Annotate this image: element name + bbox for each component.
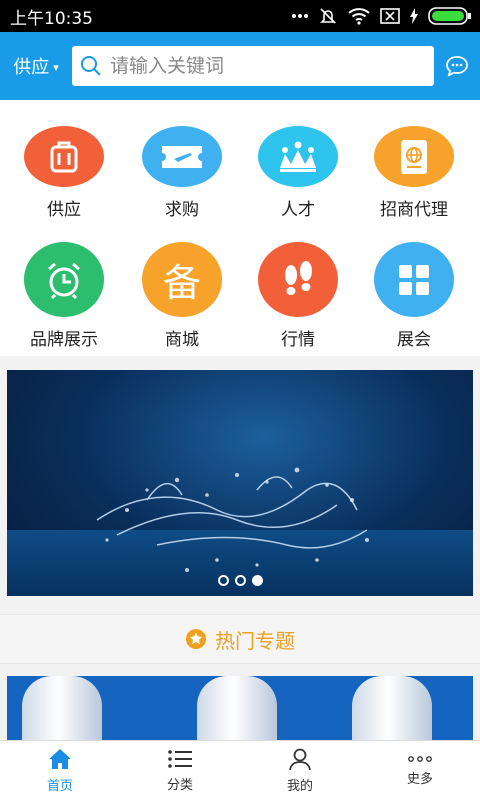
grid-label: 商城 [165,330,199,350]
carousel-dot-active[interactable] [251,575,263,586]
grid-circle [142,126,222,187]
search-input[interactable] [110,48,434,84]
category-grid: 供应 求购 人才 招商代理 品牌展示 备 商城 行情 展会 [0,100,480,356]
grid-item-mall[interactable]: 备 商城 [122,230,242,350]
more-dots-icon [408,756,432,762]
grid-circle [24,242,104,317]
passport-icon [401,139,427,174]
grid-item-brand[interactable]: 品牌展示 [4,230,124,350]
footprints-icon [285,260,312,295]
category-label: 供应 [13,57,50,78]
bei-character-icon: 备 [162,261,201,305]
grid-label: 行情 [281,330,315,350]
status-icons [292,6,472,26]
grid-circle [374,126,454,187]
grid-item-supply[interactable]: 供应 [4,100,124,220]
grid-circle [258,126,338,187]
mute-icon [320,8,336,24]
ticket-icon [162,145,202,168]
grid-item-purchase[interactable]: 求购 [122,100,242,220]
bottle-image [22,676,102,740]
grid-label: 品牌展示 [30,330,98,350]
grid-circle [258,242,338,317]
grid-item-exhibition[interactable]: 展会 [354,230,474,350]
grid-circle: 备 [142,242,222,317]
home-icon [49,749,71,769]
tab-mine[interactable]: 我的 [240,741,360,800]
charging-icon [410,8,418,24]
section-title: 热门专题 [215,628,295,653]
tab-label: 我的 [286,779,313,794]
grid-label: 人才 [281,200,315,220]
grid-item-agency[interactable]: 招商代理 [354,100,474,220]
status-bar: 上午10:35 [0,0,480,32]
alarm-clock-icon [48,262,80,299]
wifi-icon [348,8,370,25]
water-splash-image [96,467,369,572]
category-select[interactable]: 供应 ▾ [0,32,72,100]
banner-carousel[interactable] [7,370,473,596]
search-icon [81,56,101,76]
carousel-indicators [7,575,473,586]
tab-more[interactable]: 史多 [360,741,480,800]
suitcase-icon [50,141,78,172]
grid-label: 展会 [397,330,431,350]
header: 供应 ▾ [0,32,480,100]
message-button[interactable] [434,32,480,100]
grid-item-talent[interactable]: 人才 [238,100,358,220]
tab-label: 史多 [406,772,433,787]
grid-label: 求购 [165,200,199,220]
grid-circle [24,126,104,187]
bottom-tab-bar: 首页 分类 我的 史多 [0,740,480,800]
bottle-image [197,676,277,740]
user-icon [289,748,311,771]
star-icon [186,629,206,649]
crown-icon [280,141,316,172]
grid-item-market[interactable]: 行情 [238,230,358,350]
tab-category[interactable]: 分类 [120,741,240,800]
chat-bubble-icon [446,56,468,77]
more-notifications-icon [292,14,308,18]
carousel-dot[interactable] [217,575,229,586]
grid-icon [399,264,429,295]
tab-home[interactable]: 首页 [0,741,120,800]
hot-topic-image[interactable] [7,676,473,740]
tab-label: 分类 [166,778,193,793]
chevron-down-icon: ▾ [53,60,59,74]
carousel-dot[interactable] [234,575,246,586]
grid-circle [374,242,454,317]
grid-label: 招商代理 [380,200,448,220]
search-box[interactable] [72,46,434,86]
battery-icon [428,7,471,25]
bottle-image [352,676,432,740]
tab-label: 首页 [46,779,73,794]
status-time: 上午10:35 [10,8,93,29]
list-icon [168,750,192,768]
hot-topics-header: 热门专题 [0,614,480,664]
no-sim-icon [380,8,400,24]
grid-label: 供应 [47,200,81,220]
